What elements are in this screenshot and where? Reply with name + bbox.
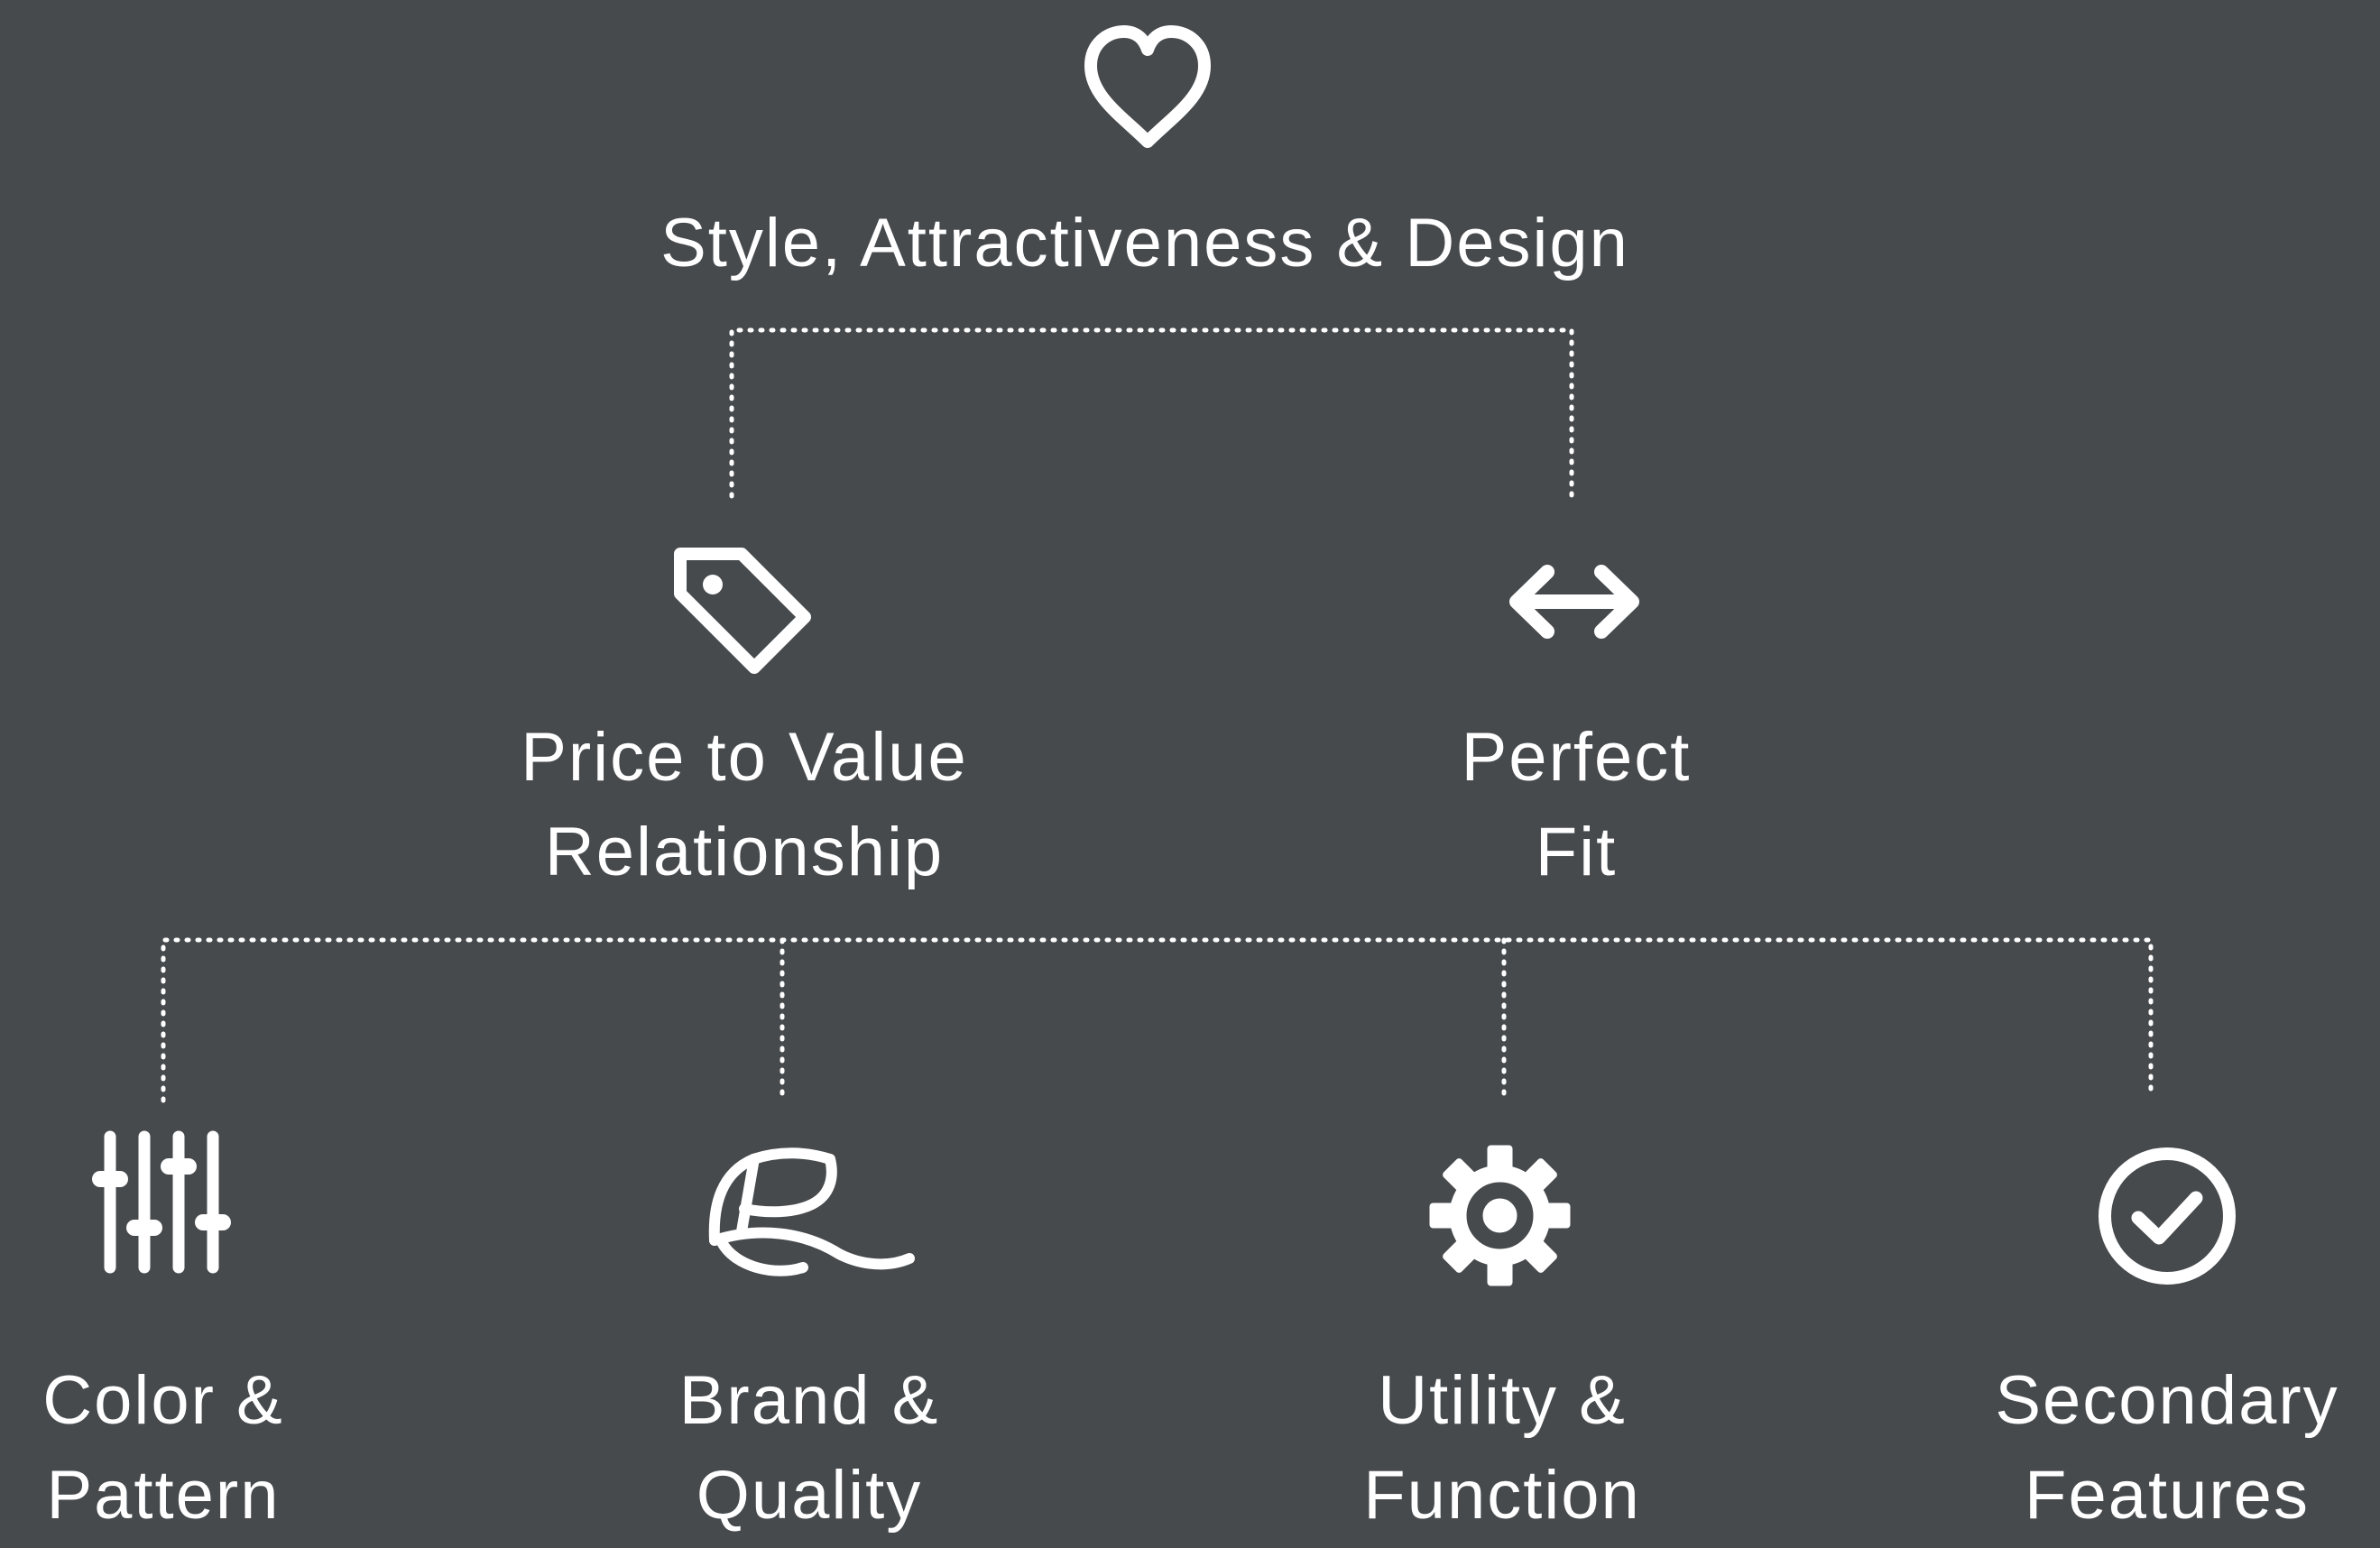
level3-utility-line1: Utility & bbox=[1378, 1362, 1627, 1439]
heart-icon bbox=[1084, 25, 1211, 148]
check-circle-icon bbox=[2099, 1147, 2236, 1285]
level3-brand-label: Brand & Quality bbox=[629, 1353, 990, 1543]
connector-root-to-level2 bbox=[729, 327, 1574, 499]
level2-fit-label: Perfect Fit bbox=[1305, 710, 1847, 899]
level3-utility-label: Utility & Function bbox=[1322, 1353, 1683, 1543]
level3-color-line1: Color & bbox=[42, 1362, 284, 1439]
level2-fit-line2: Fit bbox=[1535, 814, 1618, 890]
level3-secondary-line1: Secondary bbox=[1995, 1362, 2339, 1439]
cap-icon bbox=[708, 1147, 915, 1276]
level3-utility-line2: Function bbox=[1363, 1457, 1641, 1534]
sliders-icon bbox=[92, 1130, 231, 1274]
hierarchy-diagram: Style, Attractiveness & Design Price to … bbox=[0, 0, 2380, 1548]
level2-fit-line1: Perfect bbox=[1461, 719, 1692, 796]
level2-price-label: Price to Value Relationship bbox=[383, 710, 1105, 899]
level3-brand-line2: Quality bbox=[696, 1457, 923, 1534]
root-label: Style, Attractiveness & Design bbox=[513, 196, 1776, 290]
level2-price-line1: Price to Value bbox=[521, 719, 968, 796]
level2-price-line2: Relationship bbox=[544, 814, 945, 890]
double-arrow-icon bbox=[1509, 565, 1639, 639]
level3-secondary-label: Secondary Features bbox=[1942, 1353, 2380, 1543]
gear-icon bbox=[1429, 1145, 1571, 1286]
level3-color-line2: Pattern bbox=[46, 1457, 281, 1534]
connector-level2-to-level3 bbox=[161, 937, 2154, 1103]
root-label-text: Style, Attractiveness & Design bbox=[660, 205, 1629, 281]
level3-brand-line1: Brand & bbox=[678, 1362, 940, 1439]
price-tag-icon bbox=[674, 548, 811, 674]
level3-color-label: Color & Pattern bbox=[0, 1353, 344, 1543]
level3-secondary-line2: Features bbox=[2025, 1457, 2310, 1534]
